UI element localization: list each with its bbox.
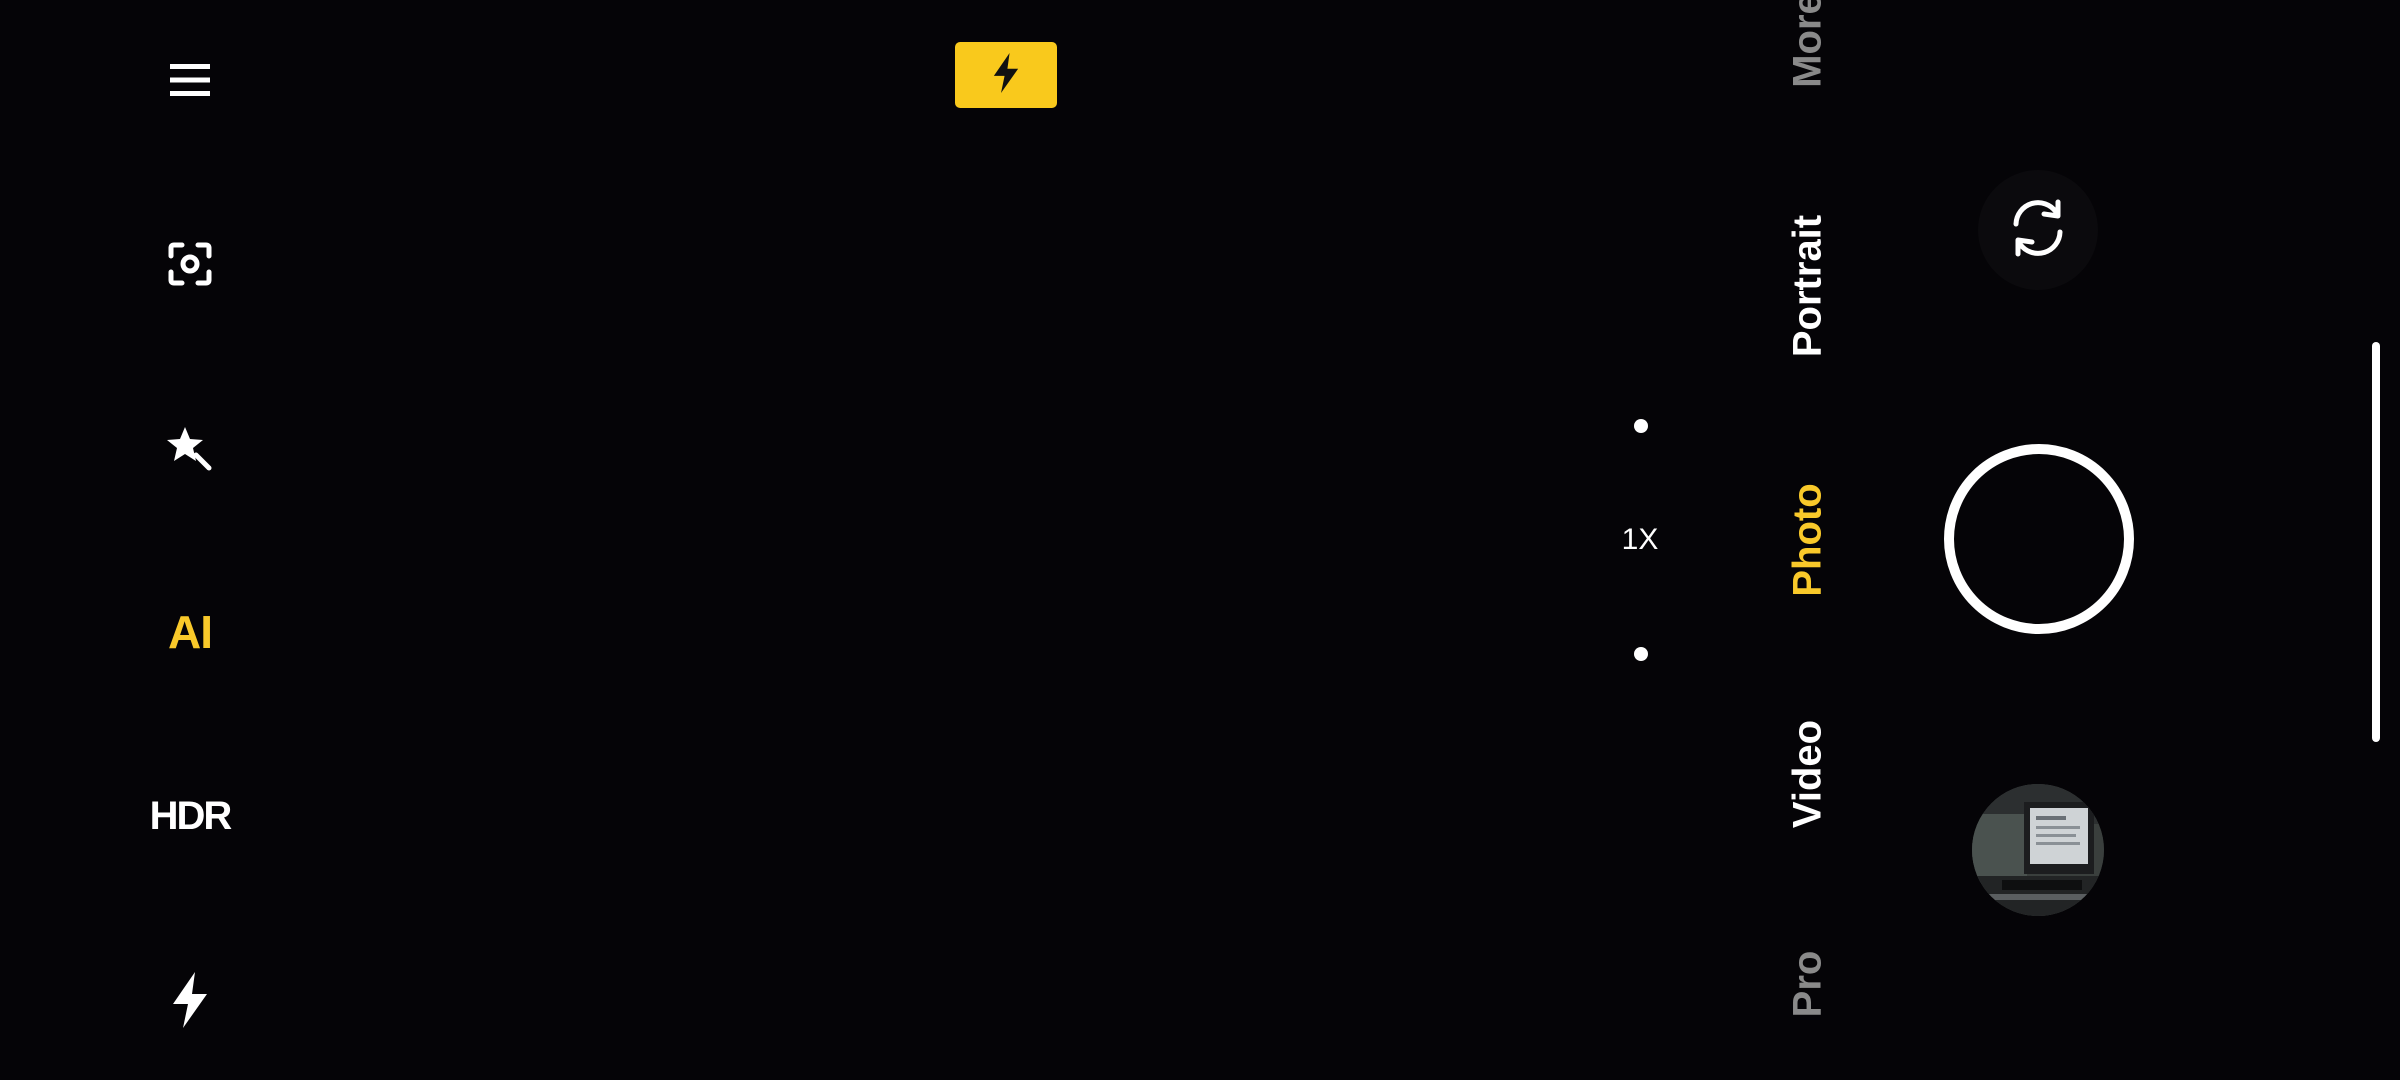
focus-button[interactable] xyxy=(140,214,240,314)
hdr-button[interactable]: HDR xyxy=(140,766,240,866)
menu-button[interactable] xyxy=(140,30,240,130)
zoom-level-button[interactable]: 1X xyxy=(1590,500,1690,580)
hamburger-menu-icon xyxy=(170,62,210,98)
ai-button[interactable]: AI xyxy=(140,582,240,682)
scroll-indicator xyxy=(2372,342,2380,742)
magic-star-icon xyxy=(167,425,213,471)
camera-screen: AI HDR 1X More Portrait Photo Video Pro xyxy=(0,0,2400,1080)
beauty-button[interactable] xyxy=(140,398,240,498)
focus-scan-icon xyxy=(168,242,212,286)
hdr-label: HDR xyxy=(149,793,233,838)
mode-more[interactable]: More xyxy=(1786,0,1831,88)
flash-indicator[interactable] xyxy=(955,42,1057,108)
zoom-dot-upper[interactable] xyxy=(1634,419,1648,433)
flash-icon xyxy=(171,972,209,1028)
shutter-button[interactable] xyxy=(1944,444,2134,634)
gallery-photo-icon xyxy=(1972,784,2104,916)
zoom-dot-lower[interactable] xyxy=(1634,647,1648,661)
switch-camera-icon xyxy=(2006,196,2070,264)
gallery-thumbnail[interactable] xyxy=(1972,784,2104,916)
flash-button[interactable] xyxy=(140,950,240,1050)
flash-icon xyxy=(992,53,1020,97)
mode-video[interactable]: Video xyxy=(1786,720,1831,828)
switch-camera-button[interactable] xyxy=(1978,170,2098,290)
ai-label: AI xyxy=(168,606,213,658)
mode-pro[interactable]: Pro xyxy=(1786,951,1831,1018)
mode-portrait[interactable]: Portrait xyxy=(1786,215,1831,357)
mode-photo[interactable]: Photo xyxy=(1786,483,1831,596)
